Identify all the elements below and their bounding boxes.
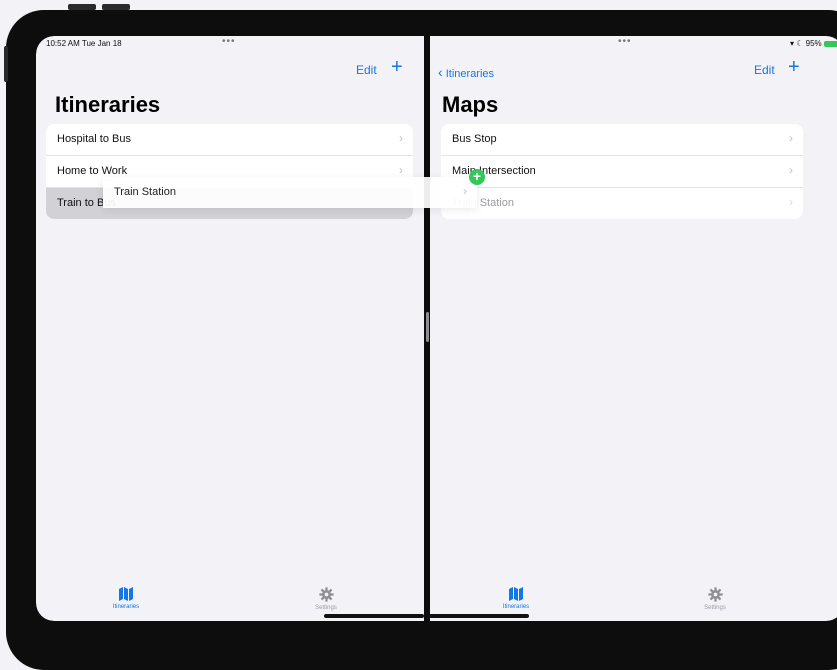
tab-settings[interactable]: Settings [286,587,366,611]
multitask-dots-left[interactable]: ••• [222,36,236,47]
tab-label: Settings [704,605,726,611]
split-view-divider-handle[interactable] [426,312,429,342]
gear-icon [707,587,723,602]
map-icon [119,587,133,601]
battery-percent: 95% [805,39,822,48]
list-item-label: Bus Stop [452,133,497,145]
screen: 10:52 AM Tue Jan 18 ••• Edit + Itinerari… [36,36,837,621]
status-time: 10:52 AM Tue Jan 18 [46,39,122,48]
add-itinerary-button[interactable]: + [391,56,403,79]
list-item-label: Main Intersection [452,165,536,177]
chevron-right-icon: › [399,131,403,145]
tab-settings[interactable]: Settings [675,587,755,611]
chevron-right-icon: › [463,184,467,198]
status-icons: ▾ ☾ 95% [790,39,837,48]
back-label: Itineraries [445,68,495,80]
gear-icon [318,587,334,602]
list-item[interactable]: Hospital to Bus › [46,124,413,156]
itineraries-pane: 10:52 AM Tue Jan 18 ••• Edit + Itinerari… [36,36,424,621]
moon-icon: ☾ [796,39,804,48]
maps-pane: ••• ▾ ☾ 95% ‹ Itineraries Edit + Maps Bu… [430,36,837,621]
page-title: Itineraries [55,92,161,117]
ipad-device: 10:52 AM Tue Jan 18 ••• Edit + Itinerari… [0,0,837,670]
list-item-label: Hospital to Bus [57,133,131,145]
drag-preview-label: Train Station [114,186,176,198]
tab-label: Settings [315,605,337,611]
page-title: Maps [442,92,499,117]
tab-label: Itineraries [502,604,530,610]
chevron-right-icon: › [399,163,403,177]
volume-buttons [68,4,132,10]
maps-list: Bus Stop › Main Intersection › Train Sta… [441,124,803,219]
chevron-left-icon: ‹ [438,64,443,80]
tab-itineraries[interactable]: Itineraries [476,587,556,610]
list-item-label: Home to Work [57,165,128,177]
chevron-right-icon: › [789,163,793,177]
map-icon [509,587,523,601]
list-item[interactable]: Main Intersection › [441,156,803,188]
add-badge-icon: + [469,169,485,185]
tab-itineraries[interactable]: Itineraries [86,587,166,610]
home-indicator-left [324,614,424,618]
drag-preview-item[interactable]: Train Station › [103,177,477,208]
battery-icon [823,40,837,47]
list-item[interactable]: Bus Stop › [441,124,803,156]
list-item-drop-placeholder[interactable]: Train Station › [441,188,803,219]
edit-button[interactable]: Edit [356,63,377,77]
tab-label: Itineraries [112,604,140,610]
wifi-icon: ▾ [790,39,795,48]
multitask-dots-right[interactable]: ••• [618,36,632,47]
edit-button[interactable]: Edit [754,63,775,77]
back-button[interactable]: ‹ Itineraries [438,64,494,80]
home-indicator-right [429,614,529,618]
chevron-right-icon: › [789,195,793,209]
side-button [4,46,8,82]
add-map-button[interactable]: + [788,56,800,79]
chevron-right-icon: › [789,131,793,145]
